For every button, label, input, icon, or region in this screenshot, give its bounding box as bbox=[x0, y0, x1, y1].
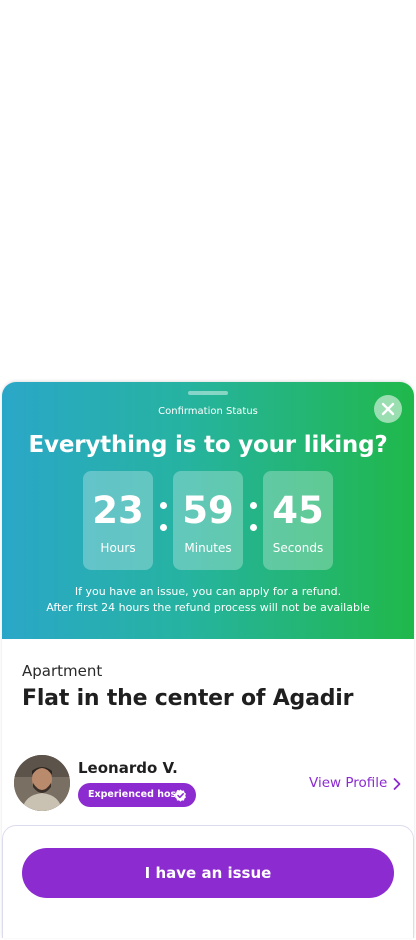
timer-minutes-value: 59 bbox=[182, 489, 234, 532]
timer-seconds-value: 45 bbox=[272, 489, 324, 532]
status-badge: Experienced host bbox=[78, 783, 196, 807]
timer-minutes-unit: Minutes bbox=[184, 541, 232, 555]
view-profile-link[interactable]: View Profile bbox=[309, 775, 387, 791]
listing-category: Apartment bbox=[22, 662, 103, 680]
timer-hours-unit: Hours bbox=[100, 541, 136, 555]
timer-separator bbox=[247, 498, 259, 538]
i-have-an-issue-button[interactable]: I have an issue bbox=[22, 848, 394, 898]
close-icon bbox=[381, 402, 395, 416]
timer-seconds-unit: Seconds bbox=[272, 541, 324, 555]
avatar[interactable] bbox=[14, 755, 70, 811]
refund-note-line-2: After first 24 hours the refund process … bbox=[46, 601, 370, 614]
badge-label: Experienced host bbox=[88, 789, 181, 800]
close-button[interactable] bbox=[374, 395, 402, 423]
timer-seconds: 45 Seconds bbox=[263, 471, 333, 570]
refund-note-line-1: If you have an issue, you can apply for … bbox=[74, 585, 342, 598]
status-label: Confirmation Status bbox=[158, 406, 258, 417]
host-photo bbox=[14, 755, 70, 811]
host-name: Leonardo V. bbox=[78, 759, 178, 777]
timer-minutes: 59 Minutes bbox=[173, 471, 243, 570]
bottom-sheet: Confirmation Status Everything is to you… bbox=[2, 382, 414, 938]
timer-hours-value: 23 bbox=[92, 489, 144, 532]
timer-separator bbox=[157, 498, 169, 538]
page-title: Everything is to your liking? bbox=[28, 432, 388, 458]
verified-check-icon bbox=[175, 789, 186, 802]
timer-hours: 23 Hours bbox=[83, 471, 153, 570]
chevron-right-icon[interactable] bbox=[392, 777, 402, 791]
listing-title: Flat in the center of Agadir bbox=[22, 686, 354, 711]
drag-handle[interactable] bbox=[188, 391, 228, 395]
confirmation-header: Confirmation Status Everything is to you… bbox=[2, 382, 414, 639]
